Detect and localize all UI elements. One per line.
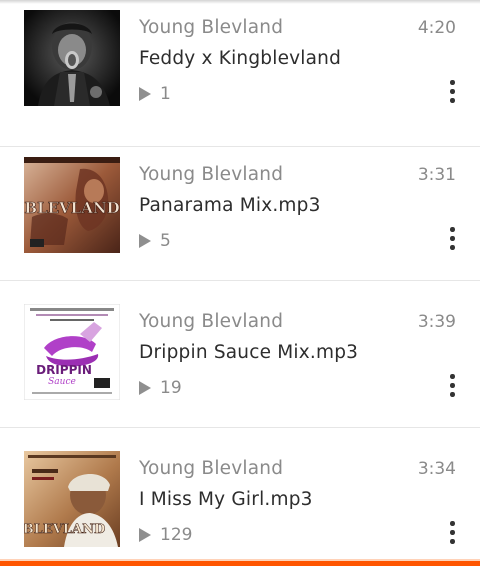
track-duration: 3:39 — [417, 312, 456, 332]
track-artwork[interactable]: BLEVLAND — [24, 451, 120, 547]
track-item[interactable]: BLEVLAND Young Blevland 3:34 I Miss My G… — [0, 428, 480, 575]
play-icon — [139, 528, 151, 542]
more-vertical-icon — [450, 227, 455, 232]
track-item[interactable]: DRIPPIN Sauce Young Blevland 3:39 Drippi… — [0, 281, 480, 428]
more-vertical-icon — [450, 521, 455, 526]
more-options-button[interactable] — [444, 227, 460, 253]
track-item[interactable]: Young Blevland 4:20 Feddy x Kingblevland… — [0, 0, 480, 147]
more-options-button[interactable] — [444, 374, 460, 400]
artwork-text: BLEVLAND — [24, 199, 119, 217]
track-artwork[interactable]: BLEVLAND — [24, 157, 120, 253]
play-count-row: 129 — [139, 525, 192, 545]
track-artwork[interactable] — [24, 10, 120, 106]
track-duration: 4:20 — [417, 18, 456, 38]
play-count-row: 1 — [139, 84, 171, 104]
track-artist: Young Blevland — [139, 17, 284, 38]
more-options-button[interactable] — [444, 80, 460, 106]
play-count-row: 19 — [139, 378, 182, 398]
more-options-button[interactable] — [444, 521, 460, 547]
bottom-accent-bar — [0, 559, 480, 566]
track-duration: 3:31 — [417, 165, 456, 185]
track-artist: Young Blevland — [139, 458, 284, 479]
track-artist: Young Blevland — [139, 311, 284, 332]
play-count: 19 — [160, 378, 182, 398]
track-title[interactable]: Panarama Mix.mp3 — [139, 195, 321, 216]
play-icon — [139, 234, 151, 248]
track-title[interactable]: I Miss My Girl.mp3 — [139, 489, 313, 510]
play-count: 5 — [160, 231, 171, 251]
more-vertical-icon — [450, 374, 455, 379]
track-title[interactable]: Drippin Sauce Mix.mp3 — [139, 342, 358, 363]
track-title[interactable]: Feddy x Kingblevland — [139, 48, 341, 69]
play-icon — [139, 87, 151, 101]
track-artist: Young Blevland — [139, 164, 284, 185]
artwork-text: DRIPPIN — [36, 363, 92, 377]
play-icon — [139, 381, 151, 395]
artwork-subtext: Sauce — [48, 377, 76, 387]
play-count-row: 5 — [139, 231, 171, 251]
more-vertical-icon — [450, 80, 455, 85]
play-count: 1 — [160, 84, 171, 104]
track-item[interactable]: BLEVLAND Young Blevland 3:31 Panarama Mi… — [0, 134, 480, 281]
artwork-text: BLEVLAND — [24, 522, 105, 537]
play-count: 129 — [160, 525, 193, 545]
track-duration: 3:34 — [417, 459, 456, 479]
track-artwork[interactable]: DRIPPIN Sauce — [24, 304, 120, 400]
